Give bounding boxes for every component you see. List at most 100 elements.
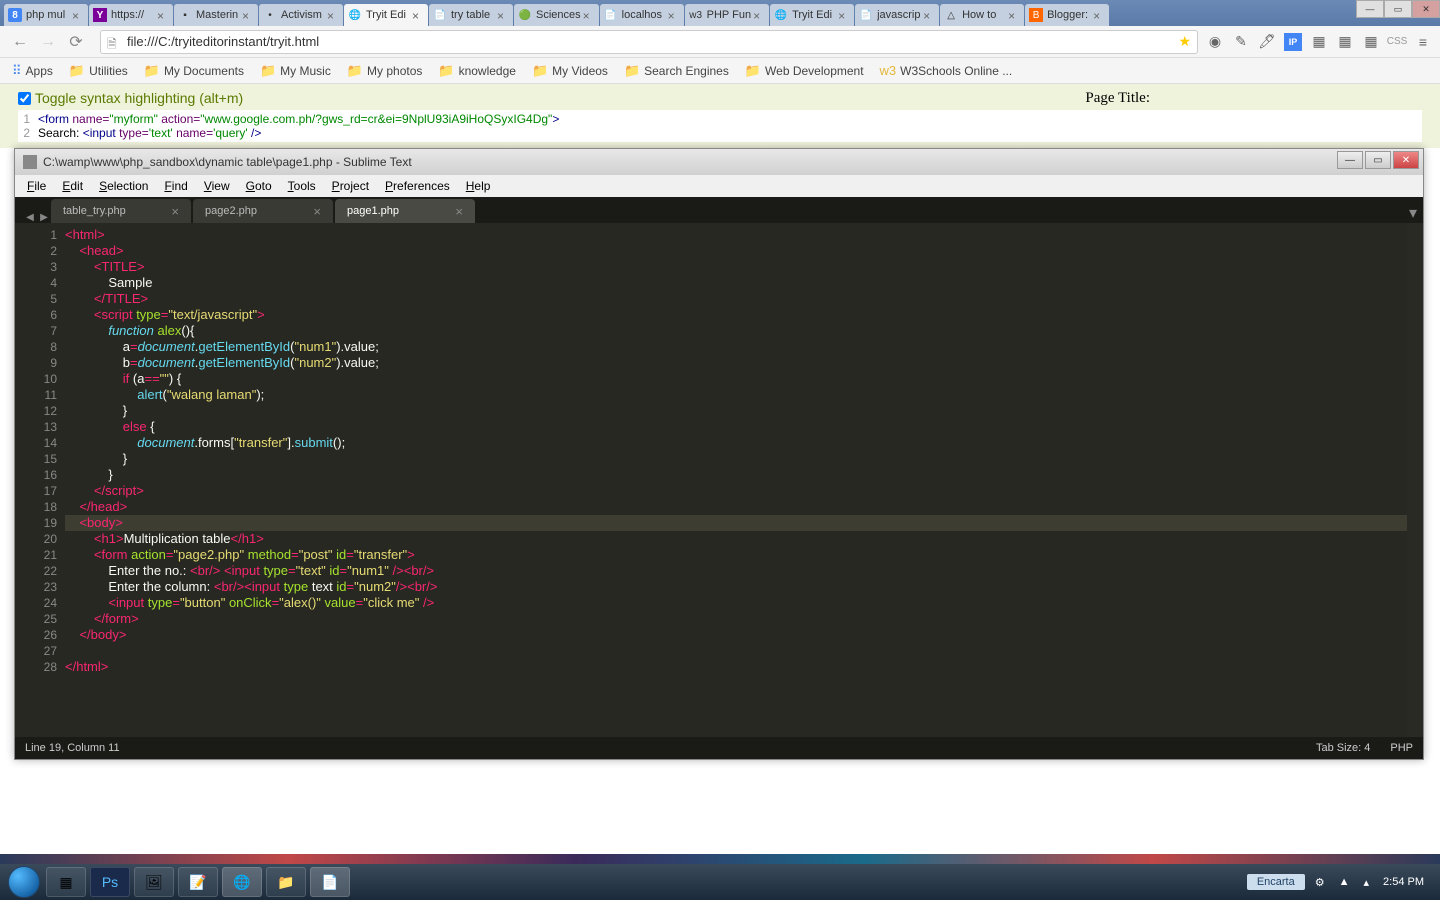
tab-close-icon[interactable]: × [753,9,765,21]
menu-item-preferences[interactable]: Preferences [377,177,458,195]
bookmark-item[interactable]: 📁knowledge [434,61,520,81]
minimize-button[interactable]: — [1356,0,1384,18]
bookmark-star-icon[interactable]: ★ [1178,33,1191,50]
tab-nav-left[interactable]: ◀ [23,212,37,223]
ext-icon[interactable]: ▦ [1362,33,1380,51]
code-line[interactable]: <form action="page2.php" method="post" i… [65,547,1407,563]
chrome-tab[interactable]: 🟢Sciences× [514,4,599,26]
tab-close-icon[interactable]: × [923,9,935,21]
tab-close-icon[interactable]: × [157,9,169,21]
tab-close-icon[interactable]: × [1008,9,1020,21]
address-bar[interactable]: 🗎 file:///C:/tryiteditorinstant/tryit.ht… [100,30,1198,54]
code-line[interactable]: <head> [65,243,1407,259]
sublime-maximize[interactable]: ▭ [1365,151,1391,169]
taskbar-app[interactable]: 🖼 [134,867,174,897]
chrome-tab[interactable]: w3PHP Fun× [685,4,769,26]
maximize-button[interactable]: ▭ [1384,0,1412,18]
code-line[interactable]: <script type="text/javascript"> [65,307,1407,323]
minimap[interactable] [1407,223,1423,737]
code-line[interactable] [65,643,1407,659]
taskbar-app[interactable]: Ps [90,867,130,897]
taskbar-chrome[interactable]: 🌐 [222,867,262,897]
bookmark-item[interactable]: 📁My Documents [140,61,248,81]
code-line[interactable]: <TITLE> [65,259,1407,275]
code-line[interactable]: document.forms["transfer"].submit(); [65,435,1407,451]
ext-icon[interactable]: CSS [1388,33,1406,51]
tray-icon[interactable]: ▲ [1335,874,1354,890]
status-tab-size[interactable]: Tab Size: 4 [1316,742,1370,754]
code-line[interactable]: function alex(){ [65,323,1407,339]
tray-icon[interactable]: ⚙ [1311,874,1329,891]
menu-item-project[interactable]: Project [324,177,377,195]
code-line[interactable]: </html> [65,659,1407,675]
sublime-tab[interactable]: page2.php× [193,199,333,223]
code-line[interactable]: } [65,403,1407,419]
status-language[interactable]: PHP [1390,742,1413,754]
menu-item-file[interactable]: File [19,177,54,195]
code-line[interactable]: <h1>Multiplication table</h1> [65,531,1407,547]
code-line[interactable]: </script> [65,483,1407,499]
sublime-titlebar[interactable]: C:\wamp\www\php_sandbox\dynamic table\pa… [15,149,1423,175]
close-button[interactable]: ✕ [1412,0,1440,18]
code-line[interactable]: <html> [65,227,1407,243]
menu-item-view[interactable]: View [196,177,238,195]
tab-close-icon[interactable]: × [455,204,463,219]
code-line[interactable]: a=document.getElementById("num1").value; [65,339,1407,355]
chrome-tab[interactable]: 🌐Tryit Edi× [344,4,428,26]
menu-item-tools[interactable]: Tools [280,177,324,195]
tab-close-icon[interactable]: × [72,9,84,21]
menu-icon[interactable]: ≡ [1414,33,1432,51]
tab-close-icon[interactable]: × [668,9,680,21]
bookmark-item[interactable]: 📁My Music [256,61,335,81]
chrome-tab[interactable]: 🌐Tryit Edi× [770,4,854,26]
ext-icon[interactable]: IP [1284,33,1302,51]
chrome-tab[interactable]: 📄javascrip× [855,4,939,26]
tab-close-icon[interactable]: × [171,204,179,219]
code-line[interactable]: <body> [65,515,1407,531]
chrome-tab[interactable]: Yhttps://× [89,4,173,26]
menu-item-selection[interactable]: Selection [91,177,156,195]
tab-close-icon[interactable]: × [412,9,424,21]
tab-close-icon[interactable]: × [242,9,254,21]
code-line[interactable]: if (a=="") { [65,371,1407,387]
ext-icon[interactable]: ▦ [1310,33,1328,51]
code-line[interactable]: </body> [65,627,1407,643]
tray-expand-icon[interactable]: ▴ [1360,874,1374,891]
code-line[interactable]: Enter the column: <br/><input type text … [65,579,1407,595]
reload-button[interactable]: ⟳ [64,30,88,54]
sublime-tab[interactable]: page1.php× [335,199,475,223]
taskbar-explorer[interactable]: 📁 [266,867,306,897]
sublime-tab[interactable]: table_try.php× [51,199,191,223]
sublime-close[interactable]: ✕ [1393,151,1419,169]
chrome-tab[interactable]: 8php mul× [4,4,88,26]
code-line[interactable]: <input type="button" onClick="alex()" va… [65,595,1407,611]
ext-icon[interactable]: 🖊 [1258,33,1276,51]
encarta-widget[interactable]: Encarta [1247,874,1305,890]
code-editor-area[interactable]: <html> <head> <TITLE> Sample </TITLE> <s… [65,223,1407,737]
bookmark-item[interactable]: 📁Web Development [741,61,868,81]
ext-icon[interactable]: ▦ [1336,33,1354,51]
clock[interactable]: 2:54 PM [1379,874,1428,890]
tab-close-icon[interactable]: × [327,9,339,21]
chrome-tab[interactable]: 📄localhos× [600,4,684,26]
chrome-tab[interactable]: 📄try table× [429,4,513,26]
code-line[interactable]: Enter the no.: <br/> <input type="text" … [65,563,1407,579]
code-line[interactable]: Sample [65,275,1407,291]
forward-button[interactable]: → [36,30,60,54]
start-button[interactable] [4,864,44,900]
menu-item-help[interactable]: Help [458,177,499,195]
bookmark-item[interactable]: ⠿Apps [8,61,57,81]
code-line[interactable]: alert("walang laman"); [65,387,1407,403]
code-line[interactable]: b=document.getElementById("num2").value; [65,355,1407,371]
bookmark-item[interactable]: 📁Utilities [65,61,132,81]
chrome-tab[interactable]: ▪Masterin× [174,4,258,26]
code-line[interactable]: } [65,451,1407,467]
toggle-syntax-checkbox[interactable] [18,92,31,105]
bookmark-item[interactable]: w3W3Schools Online ... [876,61,1017,80]
taskbar-sublime[interactable]: 📄 [310,867,350,897]
ext-icon[interactable]: ◉ [1206,33,1224,51]
code-line[interactable]: </TITLE> [65,291,1407,307]
code-line[interactable]: </head> [65,499,1407,515]
taskbar-app[interactable]: 📝 [178,867,218,897]
taskbar-app[interactable]: ▦ [46,867,86,897]
